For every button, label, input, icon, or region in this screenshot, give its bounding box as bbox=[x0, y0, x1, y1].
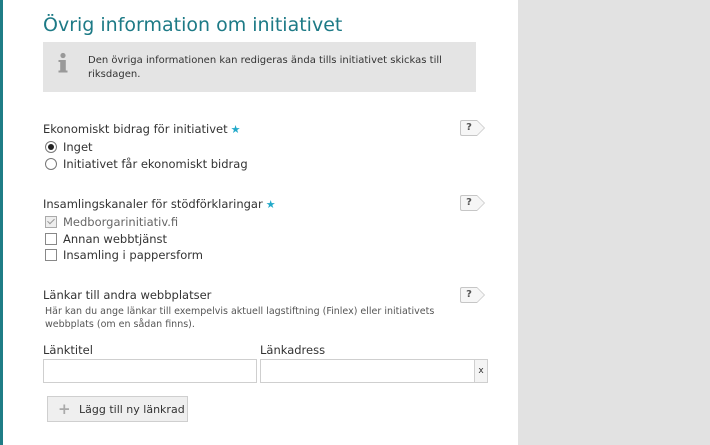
required-star-icon: ★ bbox=[230, 123, 241, 136]
form-panel: Övrig information om initiativet Den övr… bbox=[3, 0, 518, 445]
checkbox[interactable] bbox=[45, 233, 57, 245]
radio-label-none: Inget bbox=[63, 140, 93, 154]
checkbox-option-medborgarinitiativ: Medborgarinitiativ.fi bbox=[45, 215, 178, 229]
info-icon bbox=[58, 52, 68, 73]
checkbox-label-medborgarinitiativ: Medborgarinitiativ.fi bbox=[63, 215, 179, 229]
link-address-input[interactable] bbox=[260, 359, 475, 383]
radio-button[interactable] bbox=[45, 158, 57, 170]
checkbox[interactable] bbox=[45, 249, 57, 261]
plus-icon: + bbox=[58, 400, 71, 418]
help-button-channels[interactable]: ? bbox=[460, 195, 485, 211]
radio-button-selected[interactable] bbox=[45, 141, 57, 153]
required-star-icon: ★ bbox=[265, 198, 276, 211]
checkbox-option-paper[interactable]: Insamling i pappersform bbox=[45, 248, 203, 262]
add-link-row-button[interactable]: + Lägg till ny länkrad bbox=[47, 396, 188, 422]
economic-support-label-text: Ekonomiskt bidrag för initiativet bbox=[43, 122, 228, 136]
radio-label-funded: Initiativet får ekonomiskt bidrag bbox=[63, 157, 248, 171]
economic-support-label: Ekonomiskt bidrag för initiativet ★ bbox=[43, 122, 240, 136]
info-box: Den övriga informationen kan redigeras ä… bbox=[43, 42, 476, 92]
collection-channels-label-text: Insamlingskanaler för stödförklaringar bbox=[43, 197, 263, 211]
section-title: Övrig information om initiativet bbox=[43, 14, 343, 36]
info-text: Den övriga informationen kan redigeras ä… bbox=[88, 55, 442, 80]
checkbox-label-paper: Insamling i pappersform bbox=[63, 248, 203, 262]
link-address-label: Länkadress bbox=[260, 343, 326, 357]
remove-link-button[interactable]: x bbox=[474, 359, 488, 383]
links-label: Länkar till andra webbplatser bbox=[43, 288, 212, 302]
link-title-label: Länktitel bbox=[43, 343, 93, 357]
collection-channels-label: Insamlingskanaler för stödförklaringar ★ bbox=[43, 197, 276, 211]
radio-option-none[interactable]: Inget bbox=[45, 140, 93, 154]
checkbox-checked-disabled bbox=[45, 216, 57, 228]
help-button-links[interactable]: ? bbox=[460, 287, 485, 303]
links-description: Här kan du ange länkar till exempelvis a… bbox=[45, 306, 435, 330]
checkbox-option-other-service[interactable]: Annan webbtjänst bbox=[45, 232, 167, 246]
add-link-row-label: Lägg till ny länkrad bbox=[79, 403, 185, 416]
link-title-input[interactable] bbox=[43, 359, 257, 383]
help-button-economic[interactable]: ? bbox=[460, 120, 485, 136]
radio-option-funded[interactable]: Initiativet får ekonomiskt bidrag bbox=[45, 157, 248, 171]
checkbox-label-other-service: Annan webbtjänst bbox=[63, 232, 168, 246]
